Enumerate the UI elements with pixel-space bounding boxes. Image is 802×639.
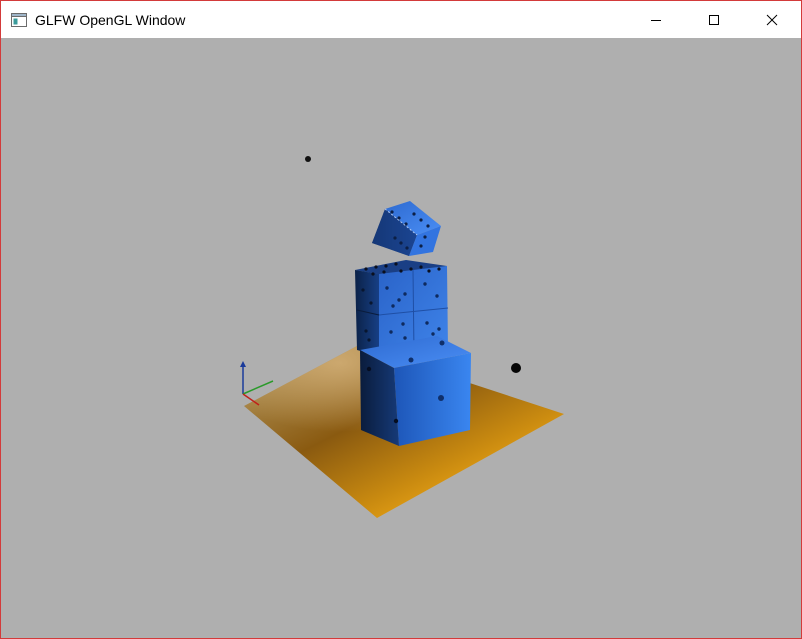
- tilted-die: [372, 201, 441, 256]
- opengl-viewport[interactable]: [1, 38, 801, 638]
- app-window-icon: [11, 12, 27, 28]
- light-source-marker: [511, 363, 521, 373]
- window-controls: [627, 1, 801, 38]
- close-icon: [766, 14, 778, 25]
- window-title: GLFW OpenGL Window: [35, 11, 186, 28]
- minimize-button[interactable]: [627, 1, 685, 38]
- maximize-button[interactable]: [685, 1, 743, 38]
- minimize-icon: [651, 19, 661, 21]
- light-source-marker: [305, 156, 311, 162]
- glfw-window: GLFW OpenGL Window: [0, 0, 802, 639]
- large-die: [360, 336, 471, 446]
- maximize-icon: [709, 14, 719, 25]
- close-button[interactable]: [743, 1, 801, 38]
- title-bar[interactable]: GLFW OpenGL Window: [1, 1, 801, 38]
